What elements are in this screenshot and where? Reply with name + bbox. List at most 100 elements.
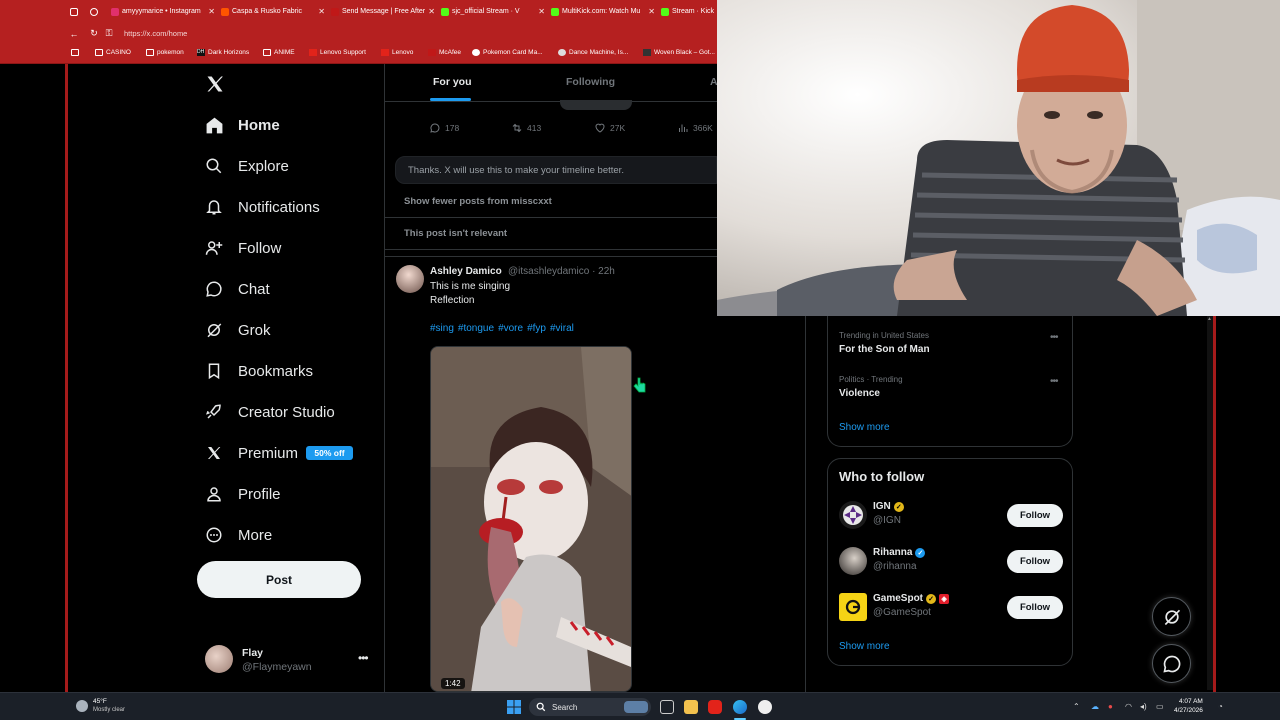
workspaces-icon[interactable] — [90, 3, 102, 20]
youtube-icon[interactable] — [708, 700, 722, 714]
follow-suggestion[interactable]: GameSpot ✓ ◈ @GameSpot Follow — [839, 591, 1064, 627]
nav-more[interactable]: More — [204, 521, 272, 549]
tab-following[interactable]: Following — [566, 76, 615, 88]
browser-tab[interactable]: amyyymarice • Instagram ✕ — [111, 3, 215, 20]
tab-actions-icon[interactable] — [70, 3, 82, 20]
browser-tab[interactable]: sjc_official Stream · V ✕ — [441, 3, 545, 20]
previous-post-media[interactable] — [560, 100, 632, 110]
bookmark-item[interactable]: Dance Machine, Is... — [558, 49, 628, 56]
bookmark-item[interactable]: CASINO — [95, 49, 131, 56]
avatar[interactable] — [396, 265, 424, 293]
hashtag-link[interactable]: #vore — [498, 323, 523, 334]
close-icon[interactable]: ✕ — [318, 7, 325, 16]
post[interactable]: Ashley Damico @itsashleydamico · 22h Thi… — [385, 257, 805, 692]
bookmark-item[interactable]: McAfee — [428, 49, 461, 56]
nav-grok[interactable]: Grok — [204, 316, 271, 344]
weather-condition[interactable]: Mostly clear — [93, 707, 125, 713]
close-icon[interactable]: ✕ — [648, 7, 655, 16]
tab-title: Send Message | Free After — [342, 8, 426, 15]
notifications-icon[interactable]: ◔ — [1218, 702, 1223, 711]
trend-item[interactable]: Violence — [839, 388, 880, 399]
nav-follow[interactable]: Follow — [204, 234, 281, 262]
nav-bookmarks[interactable]: Bookmarks — [204, 357, 313, 385]
trend-item[interactable]: For the Son of Man — [839, 344, 930, 355]
post-video[interactable]: 1:42 — [430, 346, 632, 692]
follow-button[interactable]: Follow — [1007, 550, 1063, 573]
clock-date[interactable]: 4/27/2026 — [1174, 707, 1203, 714]
show-fewer-option[interactable]: Show fewer posts from misscxxt — [385, 186, 717, 218]
who-to-follow-show-more-link[interactable]: Show more — [839, 641, 890, 652]
clock-time[interactable]: 4:07 AM — [1179, 698, 1203, 705]
follow-button[interactable]: Follow — [1007, 504, 1063, 527]
nav-home[interactable]: Home — [204, 111, 280, 139]
weather-temperature[interactable]: 45°F — [93, 698, 107, 705]
bookmark-item[interactable]: pokemon — [146, 49, 184, 56]
more-dots-icon[interactable]: ••• — [1050, 332, 1058, 343]
bookmark-pages-icon[interactable] — [71, 49, 79, 56]
taskbar-search[interactable]: Search — [529, 698, 651, 716]
follow-suggestion[interactable]: IGN ✓ @IGN Follow — [839, 499, 1064, 535]
grok-fab-button[interactable] — [1152, 597, 1191, 636]
more-dots-icon[interactable]: ••• — [1050, 376, 1058, 387]
reply-button[interactable]: 178 — [429, 122, 459, 134]
battery-icon[interactable]: ▭ — [1156, 702, 1164, 711]
follow-button[interactable]: Follow — [1007, 596, 1063, 619]
browser-tab[interactable]: Send Message | Free After ✕ — [331, 3, 435, 20]
repost-button[interactable]: 413 — [511, 122, 541, 134]
refresh-icon[interactable]: ↻ — [84, 28, 104, 39]
nav-profile[interactable]: Profile — [204, 480, 281, 508]
like-button[interactable]: 27K — [594, 122, 625, 134]
task-view-icon[interactable] — [660, 700, 674, 714]
page-scrollbar[interactable]: ▲ — [1207, 316, 1213, 690]
nav-creator-studio[interactable]: Creator Studio — [204, 398, 335, 426]
trends-show-more-link[interactable]: Show more — [839, 422, 890, 433]
bookmark-item[interactable]: Pokemon Card Ma... — [472, 49, 543, 56]
close-icon[interactable]: ✕ — [428, 7, 435, 16]
moon-cloud-icon[interactable] — [76, 700, 88, 712]
bookmark-item[interactable]: Lenovo — [381, 49, 413, 56]
hashtag-link[interactable]: #fyp — [527, 323, 546, 334]
pokeball-app-icon[interactable] — [758, 700, 772, 714]
views-button[interactable]: 366K — [677, 122, 713, 134]
close-icon[interactable]: ✕ — [538, 7, 545, 16]
follow-suggestion[interactable]: Rihanna ✓ @rihanna Follow — [839, 545, 1064, 581]
hashtag-link[interactable]: #viral — [550, 323, 574, 334]
cloud-icon[interactable]: ☁ — [1091, 702, 1099, 711]
tab-for-you[interactable]: For you — [433, 76, 472, 88]
browser-tab[interactable]: MultiKick.com: Watch Mu ✕ — [551, 3, 655, 20]
post-author-meta[interactable]: @itsashleydamico · 22h — [508, 266, 615, 277]
bookmark-item[interactable]: DH Dark Horizons — [197, 49, 249, 56]
nav-chat[interactable]: Chat — [204, 275, 270, 303]
wifi-icon[interactable]: ◠ — [1125, 702, 1132, 711]
lock-icon[interactable]: ⚿ — [104, 28, 114, 39]
edge-browser-icon[interactable] — [733, 700, 747, 714]
nav-notifications[interactable]: Notifications — [204, 193, 320, 221]
windows-start-icon[interactable] — [507, 700, 521, 714]
chevron-up-icon[interactable]: ⌃ — [1073, 702, 1080, 711]
bookmark-item[interactable]: ANIME — [263, 49, 295, 56]
account-switcher[interactable]: Flay @Flaymeyawn ••• — [205, 645, 375, 679]
hashtag-link[interactable]: #sing — [430, 323, 454, 334]
post-author-name[interactable]: Ashley Damico — [430, 266, 502, 277]
browser-tab[interactable]: Caspa & Rusko Fabric ✕ — [221, 3, 325, 20]
close-icon[interactable]: ✕ — [208, 7, 215, 16]
bookmark-item[interactable]: Woven Black – Got... — [643, 49, 715, 56]
speaker-icon[interactable]: ◂) — [1140, 702, 1147, 711]
microphone-icon[interactable]: ● — [1108, 702, 1113, 711]
browser-tab[interactable]: Stream · Kick — [661, 3, 717, 20]
chat-fab-button[interactable] — [1152, 644, 1191, 683]
tab-title: sjc_official Stream · V — [452, 8, 520, 15]
post-button[interactable]: Post — [197, 561, 361, 598]
x-logo-icon[interactable] — [205, 74, 225, 94]
post-hashtags: #sing #tongue #vore #fyp #viral — [430, 323, 574, 334]
bookmark-item[interactable]: Lenovo Support — [309, 49, 366, 56]
back-icon[interactable]: ← — [64, 29, 84, 39]
more-dots-icon[interactable]: ••• — [358, 651, 369, 665]
not-relevant-option[interactable]: This post isn't relevant — [385, 218, 717, 250]
url-field[interactable]: https://x.com/home — [124, 29, 187, 38]
file-explorer-icon[interactable] — [684, 700, 698, 714]
nav-explore[interactable]: Explore — [204, 152, 289, 180]
verified-badge-icon: ✓ — [926, 593, 937, 604]
hashtag-link[interactable]: #tongue — [458, 323, 494, 334]
nav-premium[interactable]: Premium — [204, 439, 298, 467]
